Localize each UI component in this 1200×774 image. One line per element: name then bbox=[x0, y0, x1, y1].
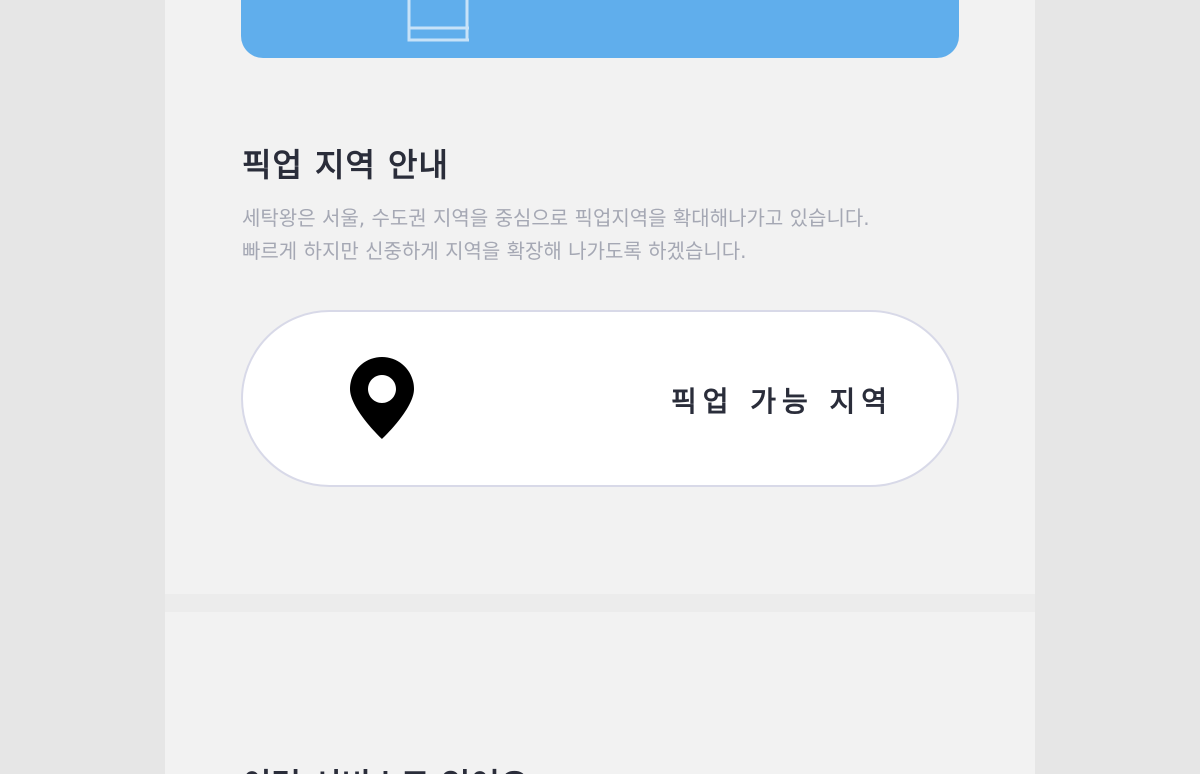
pickup-available-area-label: 픽업 가능 지역 bbox=[670, 385, 893, 418]
map-pin-icon bbox=[350, 357, 414, 439]
pickup-area-title: 픽업 지역 안내 bbox=[242, 146, 449, 184]
page-content: 픽업 지역 안내 세탁왕은 서울, 수도권 지역을 중심으로 픽업지역을 확대해… bbox=[165, 0, 1035, 774]
description-line-2: 빠르게 하지만 신중하게 지역을 확장해 나가도록 하겠습니다. bbox=[242, 239, 747, 263]
services-section-title: 이런 서비스도 있어요 bbox=[242, 760, 529, 774]
top-banner bbox=[241, 0, 959, 58]
pickup-available-area-button[interactable]: 픽업 가능 지역 bbox=[241, 310, 959, 487]
services-section: 이런 서비스도 있어요 bbox=[165, 612, 1035, 774]
section-divider bbox=[165, 594, 1035, 612]
description-line-1: 세탁왕은 서울, 수도권 지역을 중심으로 픽업지역을 확대해나가고 있습니다. bbox=[242, 206, 870, 230]
pickup-area-description: 세탁왕은 서울, 수도권 지역을 중심으로 픽업지역을 확대해나가고 있습니다.… bbox=[242, 202, 972, 268]
box-outline-icon bbox=[407, 0, 469, 42]
